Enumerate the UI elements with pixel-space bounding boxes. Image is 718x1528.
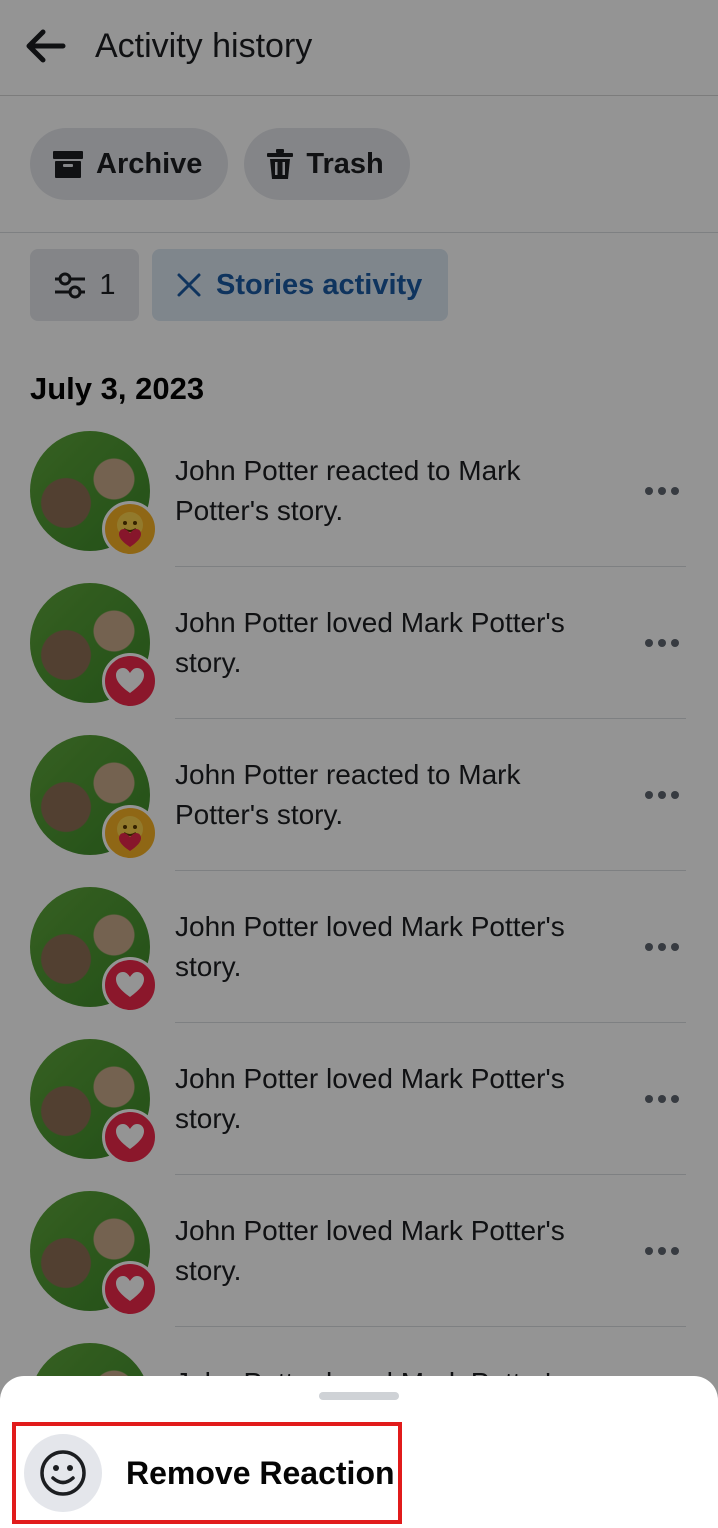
- sheet-handle[interactable]: [319, 1392, 399, 1400]
- smile-icon: [40, 1450, 86, 1496]
- activity-history-screen: Activity history Archive Trash 1 Stories…: [0, 0, 718, 1528]
- smile-icon-container: [24, 1434, 102, 1512]
- bottom-sheet: Remove Reaction: [0, 1376, 718, 1528]
- dim-overlay[interactable]: [0, 0, 718, 1528]
- remove-reaction-button[interactable]: Remove Reaction: [12, 1422, 402, 1524]
- remove-reaction-label: Remove Reaction: [126, 1454, 395, 1491]
